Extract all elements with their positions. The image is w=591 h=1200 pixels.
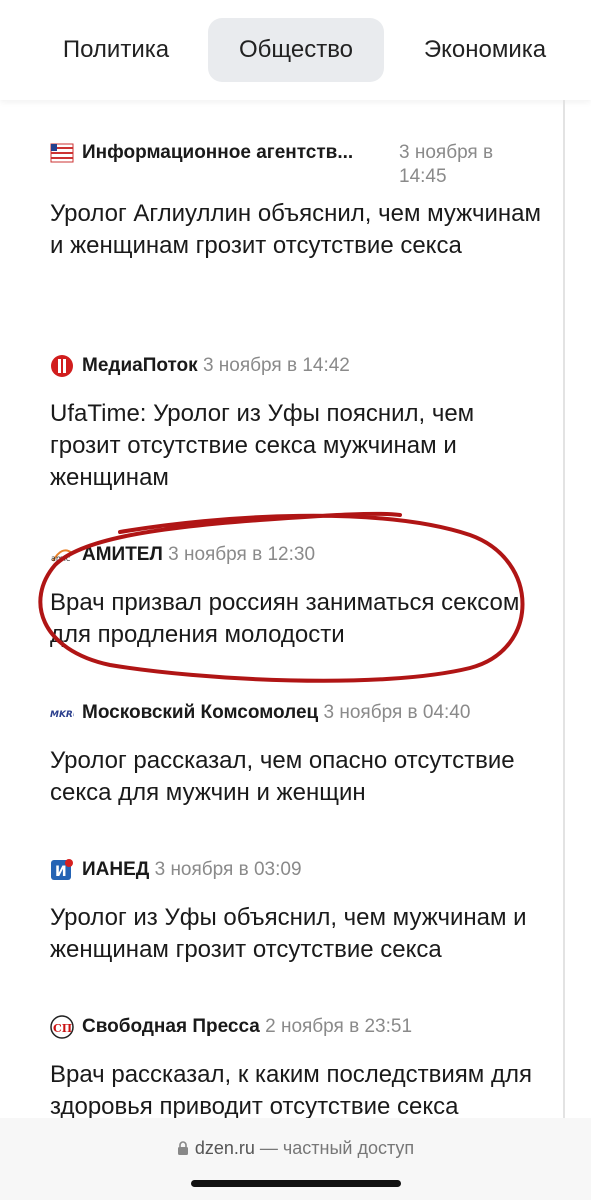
source-logo-icon: amic [51, 549, 73, 563]
news-time: 3 ноября в 14:42 [202, 355, 350, 376]
url-bar[interactable]: dzen.ru — частный доступ [0, 1138, 591, 1159]
svg-text:amic: amic [51, 554, 70, 563]
source-name[interactable]: АМИТЕЛ [82, 544, 163, 565]
category-tabs: Политика Общество Экономика [0, 0, 591, 100]
tab-society[interactable]: Общество [208, 18, 384, 82]
source-name[interactable]: Свободная Пресса [82, 1016, 260, 1037]
news-item[interactable]: МедиаПоток 3 ноября в 14:42 UfaTime: Уро… [50, 354, 550, 494]
news-title[interactable]: Уролог из Уфы объяснил, чем мужчинам и ж… [50, 902, 550, 966]
url-access-note: — частный доступ [254, 1138, 415, 1158]
source-logo-icon [50, 143, 74, 163]
news-time: 3 ноября в 04:40 [323, 702, 471, 723]
tab-politics[interactable]: Политика [40, 18, 192, 82]
svg-text:MKRU: MKRU [50, 710, 74, 720]
svg-text:И: И [55, 864, 67, 880]
news-item[interactable]: MKRU Московский Комсомолец 3 ноября в 04… [50, 701, 550, 809]
news-title[interactable]: Врач рассказал, к каким последствиям для… [50, 1059, 550, 1123]
source-name[interactable]: Московский Комсомолец [82, 702, 318, 723]
news-time: 3 ноября в 14:45 [399, 142, 494, 187]
news-meta: И ИАНЕД 3 ноября в 03:09 [50, 858, 550, 882]
news-meta: MKRU Московский Комсомолец 3 ноября в 04… [50, 701, 550, 725]
browser-bottom-bar: dzen.ru — частный доступ [0, 1118, 591, 1200]
source-logo-icon: MKRU [50, 710, 74, 720]
news-item[interactable]: Информационное агентств... 3 ноября в 14… [50, 141, 550, 262]
source-logo-icon: И [51, 859, 73, 880]
news-meta: СП Свободная Пресса 2 ноября в 23:51 [50, 1015, 550, 1039]
news-time: 3 ноября в 03:09 [154, 859, 302, 880]
news-meta: Информационное агентств... 3 ноября в 14… [50, 141, 550, 187]
news-meta: МедиаПоток 3 ноября в 14:42 [50, 354, 550, 378]
news-item[interactable]: СП Свободная Пресса 2 ноября в 23:51 Вра… [50, 1015, 550, 1123]
scroll-divider [563, 100, 565, 1118]
url-host: dzen.ru [194, 1138, 255, 1158]
news-meta: amic АМИТЕЛ 3 ноября в 12:30 [50, 543, 550, 567]
tab-economy[interactable]: Экономика [400, 18, 570, 82]
news-item[interactable]: amic АМИТЕЛ 3 ноября в 12:30 Врач призва… [50, 543, 550, 651]
source-logo-icon: СП [50, 1015, 74, 1039]
home-indicator[interactable] [191, 1180, 401, 1187]
news-time: 2 ноября в 23:51 [265, 1016, 413, 1037]
news-item[interactable]: И ИАНЕД 3 ноября в 03:09 Уролог из Уфы о… [50, 858, 550, 966]
lock-icon [177, 1141, 188, 1155]
news-title[interactable]: UfaTime: Уролог из Уфы пояснил, чем гроз… [50, 398, 550, 494]
source-name[interactable]: МедиаПоток [82, 355, 198, 376]
source-name[interactable]: Информационное агентств... [82, 142, 353, 163]
news-title[interactable]: Уролог рассказал, чем опасно отсутствие … [50, 745, 550, 809]
news-title[interactable]: Врач призвал россиян заниматься сексом д… [50, 587, 550, 651]
news-time: 3 ноября в 12:30 [168, 544, 316, 565]
svg-text:СП: СП [53, 1022, 72, 1035]
news-title[interactable]: Уролог Аглиуллин объяснил, чем мужчинам … [50, 198, 550, 262]
source-logo-icon [51, 355, 73, 377]
source-name[interactable]: ИАНЕД [82, 859, 149, 880]
